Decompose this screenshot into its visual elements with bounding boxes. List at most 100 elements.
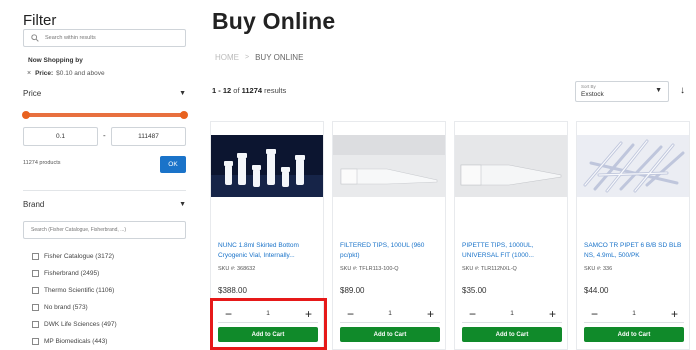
brand-option[interactable]: MP Biomedicals (443) (32, 338, 107, 345)
chevron-down-icon[interactable]: ▼ (179, 201, 186, 208)
product-price: $89.00 (340, 286, 365, 295)
brand-option-label: Fisherbrand (2495) (44, 270, 100, 277)
brand-option[interactable]: Fisherbrand (2495) (32, 270, 99, 277)
search-within-results[interactable] (23, 29, 186, 47)
product-price: $35.00 (462, 286, 487, 295)
plus-icon[interactable]: + (305, 308, 312, 320)
product-card: SAMCO TR PIPET 6 B/B SD BLB NS, 4.9mL, 5… (576, 121, 690, 350)
quantity-stepper[interactable]: − + (584, 308, 684, 323)
brand-checkbox[interactable] (32, 321, 39, 328)
price-range-separator: - (103, 131, 106, 140)
chevron-down-icon[interactable]: ▼ (179, 90, 186, 97)
active-filter-price: × Price: $0.10 and above (27, 70, 105, 77)
brand-search-box[interactable] (23, 221, 186, 239)
results-range: 1 - 12 (212, 86, 232, 95)
price-label: Price (23, 89, 42, 98)
brand-option[interactable]: DWK Life Sciences (497) (32, 321, 117, 328)
product-sku: SKU #: 368632 (218, 266, 256, 272)
price-slider-min-handle[interactable] (22, 111, 30, 119)
product-price: $44.00 (584, 286, 609, 295)
quantity-input[interactable] (502, 310, 522, 317)
brand-checkbox[interactable] (32, 304, 39, 311)
brand-search-input[interactable] (31, 227, 181, 233)
minus-icon[interactable]: − (591, 308, 598, 320)
price-max-input[interactable]: 111487 (111, 127, 186, 146)
product-image-filtered-tip[interactable] (333, 135, 445, 197)
add-to-cart-button[interactable]: Add to Cart (340, 327, 440, 342)
breadcrumb: HOME > BUY ONLINE (215, 53, 303, 62)
brand-option[interactable]: No brand (573) (32, 304, 88, 311)
close-icon[interactable]: × (27, 70, 31, 77)
brand-option[interactable]: Fisher Catalogue (3172) (32, 253, 114, 260)
product-name-link[interactable]: NUNC 1.8ml Skirted Bottom Cryogenic Vial… (218, 241, 320, 261)
results-summary: 1 - 12 of 11274 results (212, 86, 286, 95)
product-image-transfer-pipets[interactable] (577, 135, 689, 197)
brand-facet-header[interactable]: Brand ▼ (23, 200, 186, 209)
brand-option-label: Thermo Scientific (1106) (44, 287, 115, 294)
sort-value: Exstock (581, 91, 604, 98)
brand-option[interactable]: Thermo Scientific (1106) (32, 287, 114, 294)
brand-option-label: No brand (573) (44, 304, 88, 311)
plus-icon[interactable]: + (549, 308, 556, 320)
breadcrumb-separator: > (245, 54, 250, 61)
sort-direction-icon[interactable]: ↓ (680, 85, 685, 96)
brand-checkbox[interactable] (32, 253, 39, 260)
add-to-cart-button[interactable]: Add to Cart (218, 327, 318, 342)
results-suffix: results (262, 86, 287, 95)
divider (23, 190, 186, 191)
breadcrumb-home[interactable]: HOME (215, 53, 239, 62)
search-icon (31, 34, 39, 42)
brand-label: Brand (23, 200, 45, 209)
search-input[interactable] (45, 35, 175, 41)
add-to-cart-button[interactable]: Add to Cart (584, 327, 684, 342)
add-to-cart-button[interactable]: Add to Cart (462, 327, 562, 342)
active-filter-value: $0.10 and above (56, 70, 105, 77)
price-slider[interactable] (22, 111, 188, 119)
brand-option-label: DWK Life Sciences (497) (44, 321, 117, 328)
page-title: Buy Online (212, 8, 336, 34)
sort-select[interactable]: Sort By Exstock ▼ (575, 81, 669, 102)
quantity-input[interactable] (624, 310, 644, 317)
plus-icon[interactable]: + (427, 308, 434, 320)
product-card: FILTERED TIPS, 100UL (960 pc/pkt) SKU #:… (332, 121, 446, 350)
price-slider-max-handle[interactable] (180, 111, 188, 119)
brand-checkbox[interactable] (32, 287, 39, 294)
filter-title: Filter (23, 12, 57, 29)
brand-checkbox[interactable] (32, 338, 39, 345)
price-slider-fill (26, 113, 184, 117)
product-card: PIPETTE TIPS, 1000UL, UNIVERSAL FIT (100… (454, 121, 568, 350)
product-name-link[interactable]: PIPETTE TIPS, 1000UL, UNIVERSAL FIT (100… (462, 241, 564, 261)
product-sku: SKU #: TFLR113-100-Q (340, 266, 399, 272)
results-total: 11274 (241, 86, 263, 95)
brand-option-label: MP Biomedicals (443) (44, 338, 108, 345)
product-image-cryovials[interactable] (211, 135, 323, 197)
chevron-down-icon: ▼ (655, 87, 662, 94)
product-image-pipette-tip[interactable] (455, 135, 567, 197)
sort-label: Sort By (581, 84, 596, 89)
price-ok-button[interactable]: OK (160, 156, 186, 173)
product-name-link[interactable]: SAMCO TR PIPET 6 B/B SD BLB NS, 4.9mL, 5… (584, 241, 686, 261)
minus-icon[interactable]: − (469, 308, 476, 320)
price-facet-header[interactable]: Price ▼ (23, 89, 186, 98)
minus-icon[interactable]: − (225, 308, 232, 320)
now-shopping-label: Now Shopping by (28, 57, 83, 64)
plus-icon[interactable]: + (671, 308, 678, 320)
brand-checkbox[interactable] (32, 270, 39, 277)
quantity-stepper[interactable]: − + (340, 308, 440, 323)
results-of: of (231, 86, 242, 95)
product-name-link[interactable]: FILTERED TIPS, 100UL (960 pc/pkt) (340, 241, 442, 261)
product-sku: SKU #: 336 (584, 266, 613, 272)
brand-option-label: Fisher Catalogue (3172) (44, 253, 115, 260)
quantity-input[interactable] (258, 310, 278, 317)
quantity-stepper[interactable]: − + (462, 308, 562, 323)
active-filter-name: Price: (35, 70, 54, 77)
product-price: $388.00 (218, 286, 247, 295)
quantity-input[interactable] (380, 310, 400, 317)
breadcrumb-current: BUY ONLINE (255, 53, 304, 62)
product-count: 11274 products (23, 160, 61, 166)
quantity-stepper[interactable]: − + (218, 308, 318, 323)
minus-icon[interactable]: − (347, 308, 354, 320)
product-sku: SKU #: TLR112NXL-Q (462, 266, 517, 272)
filter-sidebar: Filter Now Shopping by × Price: $0.10 an… (0, 0, 196, 350)
price-min-input[interactable]: 0.1 (23, 127, 98, 146)
